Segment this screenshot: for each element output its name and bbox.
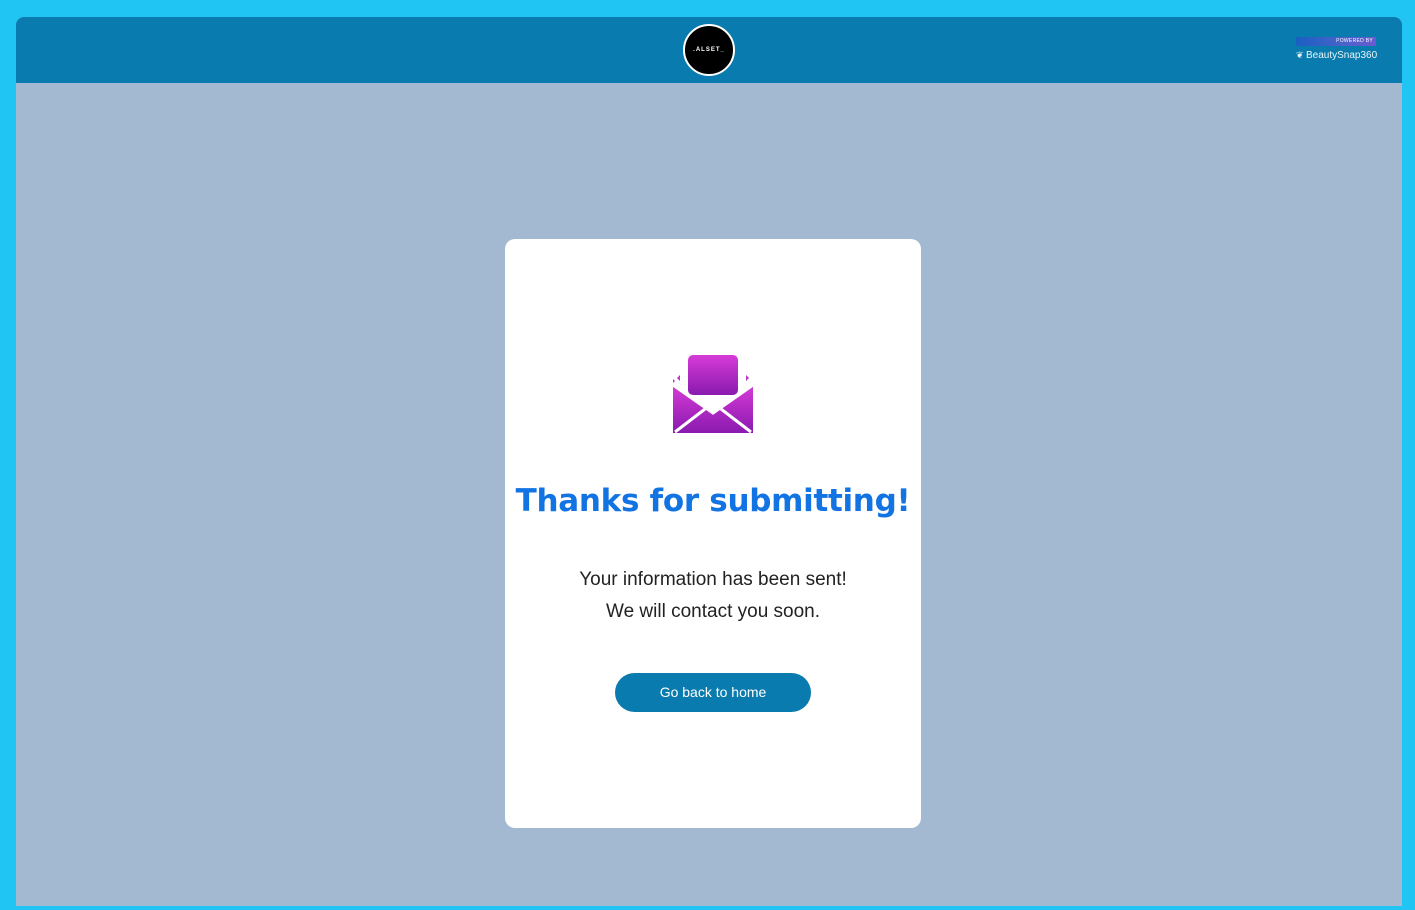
powered-by-label: POWERED BY <box>1296 37 1376 46</box>
app-container: .ALSET_ POWERED BY ❦ BeautySnap360 Thank… <box>16 17 1402 906</box>
message-line-2: We will contact you soon. <box>605 601 821 622</box>
logo-text: .ALSET_ <box>693 47 725 53</box>
go-back-home-button[interactable]: Go back to home <box>615 673 811 712</box>
powered-by-badge[interactable]: POWERED BY ❦ BeautySnap360 <box>1296 37 1378 63</box>
message-line-1: Your information has been sent! <box>579 569 847 590</box>
powered-by-brand-name: BeautySnap360 <box>1306 50 1378 61</box>
envelope-open-icon <box>673 355 753 434</box>
leaf-icon: ❦ <box>1296 50 1304 60</box>
powered-by-brand: ❦ BeautySnap360 <box>1296 48 1378 62</box>
confirmation-card: Thanks for submitting! Your information … <box>505 239 921 828</box>
thanks-title: Thanks for submitting! <box>515 483 911 519</box>
browser-frame: .ALSET_ POWERED BY ❦ BeautySnap360 Thank… <box>0 0 1415 910</box>
header-bar: .ALSET_ POWERED BY ❦ BeautySnap360 <box>16 17 1402 83</box>
alset-logo[interactable]: .ALSET_ <box>683 24 735 76</box>
confirmation-message: Your information has been sent! We will … <box>505 564 921 628</box>
